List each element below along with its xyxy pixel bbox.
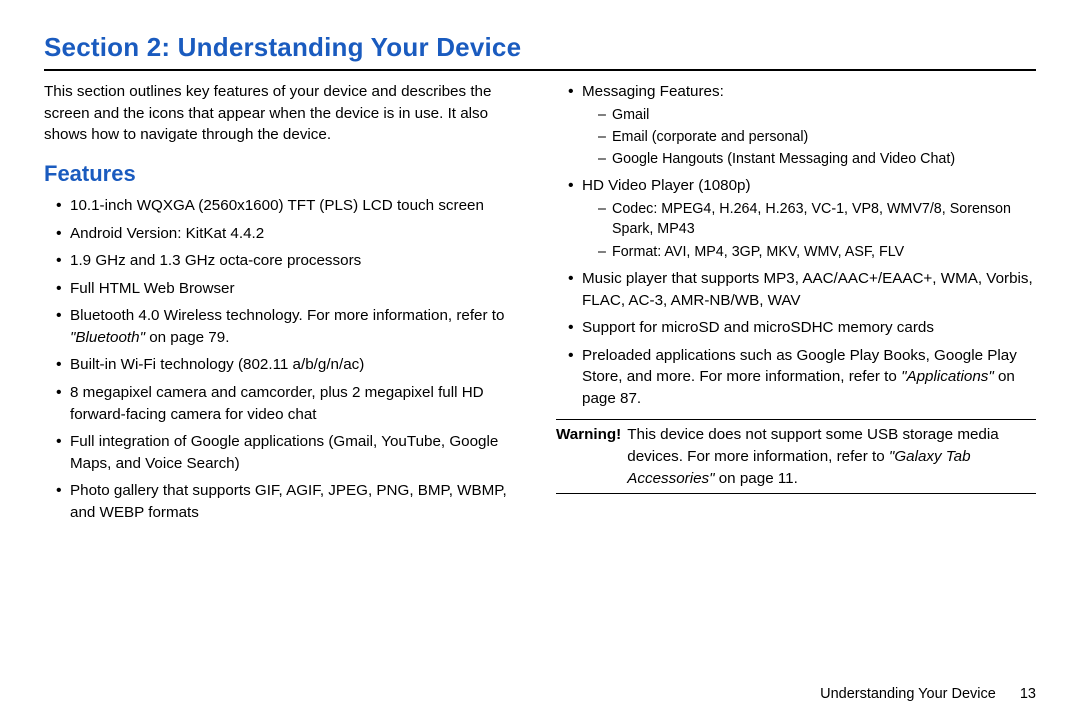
feature-item: 8 megapixel camera and camcorder, plus 2… (56, 382, 524, 425)
feature-item: 10.1-inch WQXGA (2560x1600) TFT (PLS) LC… (56, 195, 524, 217)
title-rule (44, 69, 1036, 71)
feature-item: Built-in Wi-Fi technology (802.11 a/b/g/… (56, 354, 524, 376)
text: on page 79. (145, 329, 229, 346)
manual-page: Section 2: Understanding Your Device Thi… (0, 0, 1080, 720)
features-heading: Features (44, 158, 524, 189)
right-column: Messaging Features: Gmail Email (corpora… (556, 81, 1036, 529)
feature-item: Full HTML Web Browser (56, 278, 524, 300)
left-column: This section outlines key features of yo… (44, 81, 524, 529)
feature-item: Support for microSD and microSDHC memory… (568, 317, 1036, 339)
text: on page 11. (715, 470, 798, 487)
feature-item: Bluetooth 4.0 Wireless technology. For m… (56, 305, 524, 348)
video-sublist: Codec: MPEG4, H.264, H.263, VC-1, VP8, W… (582, 199, 1036, 262)
content-columns: This section outlines key features of yo… (44, 81, 1036, 529)
sub-item: Gmail (598, 105, 1036, 125)
text: Bluetooth 4.0 Wireless technology. For m… (70, 307, 504, 324)
feature-item: Full integration of Google applications … (56, 431, 524, 474)
features-list-right: Messaging Features: Gmail Email (corpora… (556, 81, 1036, 409)
page-footer: Understanding Your Device 13 (820, 686, 1036, 702)
warning-label: Warning! (556, 424, 627, 489)
footer-section-name: Understanding Your Device (820, 686, 996, 702)
sub-item: Format: AVI, MP4, 3GP, MKV, WMV, ASF, FL… (598, 242, 1036, 262)
feature-item: 1.9 GHz and 1.3 GHz octa-core processors (56, 250, 524, 272)
feature-item: Photo gallery that supports GIF, AGIF, J… (56, 480, 524, 523)
text: Messaging Features: (582, 83, 724, 100)
warning-box: Warning! This device does not support so… (556, 419, 1036, 494)
section-title: Section 2: Understanding Your Device (44, 32, 1036, 63)
messaging-sublist: Gmail Email (corporate and personal) Goo… (582, 105, 1036, 170)
page-number: 13 (1020, 686, 1036, 702)
text: HD Video Player (1080p) (582, 177, 751, 194)
sub-item: Codec: MPEG4, H.264, H.263, VC-1, VP8, W… (598, 199, 1036, 240)
intro-paragraph: This section outlines key features of yo… (44, 81, 524, 146)
feature-item: Android Version: KitKat 4.4.2 (56, 223, 524, 245)
feature-item: Messaging Features: Gmail Email (corpora… (568, 81, 1036, 169)
warning-body: This device does not support some USB st… (627, 424, 1036, 489)
features-list-left: 10.1-inch WQXGA (2560x1600) TFT (PLS) LC… (44, 195, 524, 524)
sub-item: Email (corporate and personal) (598, 127, 1036, 147)
cross-ref: "Applications" (901, 368, 994, 385)
feature-item: Music player that supports MP3, AAC/AAC+… (568, 268, 1036, 311)
sub-item: Google Hangouts (Instant Messaging and V… (598, 149, 1036, 169)
feature-item: HD Video Player (1080p) Codec: MPEG4, H.… (568, 175, 1036, 261)
feature-item: Preloaded applications such as Google Pl… (568, 345, 1036, 410)
cross-ref: "Bluetooth" (70, 329, 145, 346)
